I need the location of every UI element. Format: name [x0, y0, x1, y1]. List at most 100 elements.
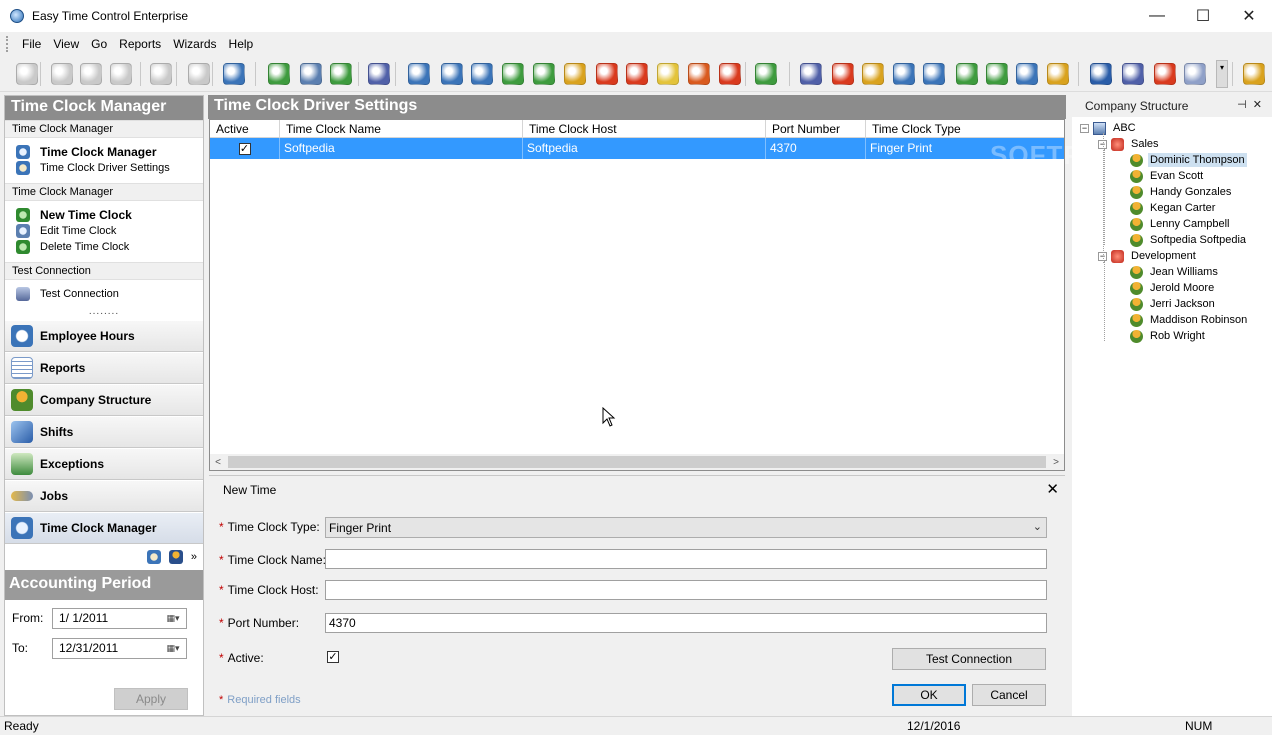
task-new-time-clock[interactable]: New Time Clock — [5, 207, 203, 223]
calendar-dropdown-icon[interactable]: ▦▾ — [160, 611, 186, 626]
card-icon[interactable] — [893, 63, 915, 85]
tree-node-department[interactable]: − Development — [1098, 248, 1198, 264]
toolbar-overflow-chevron-icon[interactable]: ▾ — [1216, 60, 1228, 88]
reject-icon[interactable] — [688, 63, 710, 85]
nav-company-structure[interactable]: Company Structure — [5, 384, 203, 416]
bottle-icon[interactable] — [956, 63, 978, 85]
time-clock-type-select[interactable]: Finger Print ⌄ — [325, 517, 1047, 538]
delete-employee-icon[interactable] — [330, 63, 352, 85]
tree-node-root[interactable]: − ABC — [1080, 120, 1138, 136]
time-clock-name-input[interactable] — [325, 549, 1047, 569]
zoom-in-icon[interactable] — [51, 63, 73, 85]
pane-close-icon[interactable]: ✕ — [1253, 99, 1262, 111]
column-header-type[interactable]: Time Clock Type — [866, 120, 1064, 137]
test-connection-button[interactable]: Test Connection — [892, 648, 1046, 670]
pin-icon[interactable]: ⊣ — [1237, 99, 1247, 111]
small-worker-icon[interactable] — [168, 550, 183, 564]
toolbox-icon[interactable] — [832, 63, 854, 85]
tree-node-employee[interactable]: Jerri Jackson — [1130, 296, 1217, 312]
to-date-picker[interactable]: 12/31/2011 ▦▾ — [52, 637, 187, 659]
apply-button[interactable]: Apply — [114, 688, 188, 710]
clock-gray-icon[interactable] — [150, 63, 172, 85]
tree-node-employee[interactable]: Handy Gonzales — [1130, 184, 1233, 200]
nav-exceptions[interactable]: Exceptions — [5, 448, 203, 480]
search-time-icon[interactable] — [441, 63, 463, 85]
close-button[interactable]: ✕ — [1226, 0, 1272, 32]
horizontal-scrollbar[interactable]: < > — [210, 454, 1064, 470]
nav-employee-hours[interactable]: Employee Hours — [5, 320, 203, 352]
locate-icon[interactable] — [471, 63, 493, 85]
database-icon[interactable] — [1184, 63, 1206, 85]
cancel-button[interactable]: Cancel — [972, 684, 1046, 706]
approve-icon[interactable] — [502, 63, 524, 85]
clock-in-icon[interactable] — [408, 63, 430, 85]
small-clock-icon[interactable] — [146, 550, 161, 564]
export-icon[interactable] — [755, 63, 777, 85]
tree-node-employee[interactable]: Jerold Moore — [1130, 280, 1216, 296]
task-time-clock-driver-settings[interactable]: Time Clock Driver Settings — [5, 160, 203, 176]
building-icon[interactable] — [800, 63, 822, 85]
column-header-host[interactable]: Time Clock Host — [523, 120, 766, 137]
scroll-left-arrow-icon[interactable]: < — [210, 454, 226, 470]
tree-node-employee[interactable]: Dominic Thompson — [1130, 152, 1247, 168]
tree-node-employee[interactable]: Rob Wright — [1130, 328, 1207, 344]
menu-file[interactable]: File — [16, 35, 47, 53]
alarm-icon[interactable] — [719, 63, 741, 85]
menu-wizards[interactable]: Wizards — [167, 35, 222, 53]
scrollbar-thumb[interactable] — [228, 456, 1046, 468]
network-icon[interactable] — [1122, 63, 1144, 85]
print-preview-icon[interactable] — [188, 63, 210, 85]
star-note-icon[interactable] — [657, 63, 679, 85]
nav-reports[interactable]: Reports — [5, 352, 203, 384]
tree-node-employee[interactable]: Lenny Campbell — [1130, 216, 1232, 232]
tree-node-employee[interactable]: Evan Scott — [1130, 168, 1205, 184]
tree-node-employee[interactable]: Softpedia Softpedia — [1130, 232, 1248, 248]
tree-node-employee[interactable]: Maddison Robinson — [1130, 312, 1249, 328]
form-close-icon[interactable]: ✕ — [1046, 480, 1059, 498]
pane-splitter[interactable]: ........ — [5, 307, 203, 320]
exit-door-icon[interactable] — [1243, 63, 1265, 85]
active-checkbox[interactable]: ✓ — [327, 651, 339, 663]
task-time-clock-manager[interactable]: Time Clock Manager — [5, 144, 203, 160]
card-export-icon[interactable] — [923, 63, 945, 85]
from-date-picker[interactable]: 1/ 1/2011 ▦▾ — [52, 607, 187, 629]
bottle-export-icon[interactable] — [986, 63, 1008, 85]
row-active-checkbox[interactable]: ✓ — [238, 143, 251, 155]
menu-reports[interactable]: Reports — [113, 35, 167, 53]
edit-employee-icon[interactable] — [300, 63, 322, 85]
collapse-icon[interactable]: − — [1080, 123, 1089, 133]
menu-go[interactable]: Go — [85, 35, 113, 53]
column-header-port[interactable]: Port Number — [766, 120, 866, 137]
configure-buttons-chevron-icon[interactable]: » — [191, 551, 197, 563]
ok-button[interactable]: OK — [892, 684, 966, 706]
worker-ok-icon[interactable] — [564, 63, 586, 85]
approve-all-icon[interactable] — [533, 63, 555, 85]
worker-alert-icon[interactable] — [596, 63, 618, 85]
menu-view[interactable]: View — [47, 35, 85, 53]
tree-node-employee[interactable]: Jean Williams — [1130, 264, 1220, 280]
globe-icon[interactable] — [1090, 63, 1112, 85]
nav-shifts[interactable]: Shifts — [5, 416, 203, 448]
worker-icon[interactable] — [862, 63, 884, 85]
task-delete-time-clock[interactable]: Delete Time Clock — [5, 239, 203, 255]
nav-time-clock-manager[interactable]: Time Clock Manager — [5, 512, 203, 544]
calendar-dropdown-icon[interactable]: ▦▾ — [160, 641, 186, 656]
minimize-button[interactable]: — — [1134, 0, 1180, 32]
gear-icon[interactable] — [1047, 63, 1069, 85]
schedule-icon[interactable] — [368, 63, 390, 85]
task-test-connection[interactable]: Test Connection — [5, 286, 203, 302]
tree-node-employee[interactable]: Kegan Carter — [1130, 200, 1217, 216]
maximize-button[interactable]: ☐ — [1180, 0, 1226, 32]
task-edit-time-clock[interactable]: Edit Time Clock — [5, 223, 203, 239]
time-clock-host-input[interactable] — [325, 580, 1047, 600]
port-number-input[interactable]: 4370 — [325, 613, 1047, 633]
refresh-icon[interactable] — [16, 63, 38, 85]
nav-jobs[interactable]: Jobs — [5, 480, 203, 512]
zoom-out-icon[interactable] — [110, 63, 132, 85]
scroll-right-arrow-icon[interactable]: > — [1048, 454, 1064, 470]
table-row[interactable]: ✓ Softpedia Softpedia 4370 Finger Print — [210, 138, 1064, 159]
worker-help-icon[interactable] — [626, 63, 648, 85]
column-header-name[interactable]: Time Clock Name — [280, 120, 523, 137]
save-icon[interactable] — [223, 63, 245, 85]
zoom-fit-icon[interactable] — [80, 63, 102, 85]
